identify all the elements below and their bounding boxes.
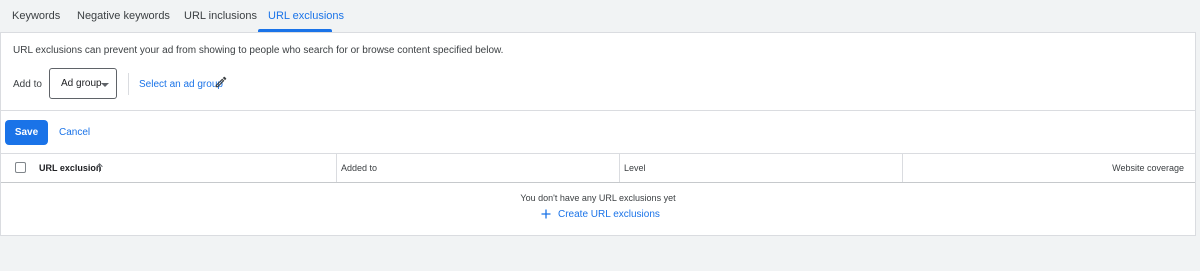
select-all-checkbox[interactable] (15, 162, 26, 173)
pencil-icon[interactable] (214, 75, 228, 89)
tab-bar: Keywords Negative keywords URL inclusion… (0, 0, 1200, 32)
table-header: URL exclusion Added to Level Website cov… (1, 154, 1195, 182)
arrow-up-icon[interactable] (95, 163, 104, 173)
column-header-website-coverage[interactable]: Website coverage (1112, 154, 1184, 182)
column-separator (619, 154, 620, 182)
tab-url-inclusions[interactable]: URL inclusions (184, 0, 257, 32)
section-divider (1, 110, 1195, 111)
url-exclusions-panel: URL exclusions can prevent your ad from … (0, 32, 1196, 236)
empty-state-message: You don't have any URL exclusions yet (520, 193, 676, 203)
cancel-button[interactable]: Cancel (59, 127, 90, 138)
column-header-url-exclusion[interactable]: URL exclusion (39, 154, 101, 182)
tab-url-exclusions[interactable]: URL exclusions (268, 0, 344, 32)
column-header-added-to[interactable]: Added to (341, 154, 377, 182)
add-to-label: Add to (13, 79, 42, 90)
create-url-exclusions-label: Create URL exclusions (558, 209, 660, 220)
tab-keywords[interactable]: Keywords (12, 0, 60, 32)
vertical-divider (128, 73, 129, 95)
column-separator (902, 154, 903, 182)
ad-group-select-value: Ad group (61, 78, 102, 89)
ad-group-select[interactable]: Ad group (49, 68, 117, 99)
column-separator (336, 154, 337, 182)
select-ad-group-link[interactable]: Select an ad group (139, 79, 223, 90)
save-button[interactable]: Save (5, 120, 48, 145)
caret-down-icon (101, 83, 109, 87)
table-header-divider (1, 182, 1195, 183)
panel-description: URL exclusions can prevent your ad from … (13, 45, 504, 56)
column-header-level[interactable]: Level (624, 154, 646, 182)
plus-icon (541, 209, 551, 219)
tab-negative-keywords[interactable]: Negative keywords (77, 0, 170, 32)
